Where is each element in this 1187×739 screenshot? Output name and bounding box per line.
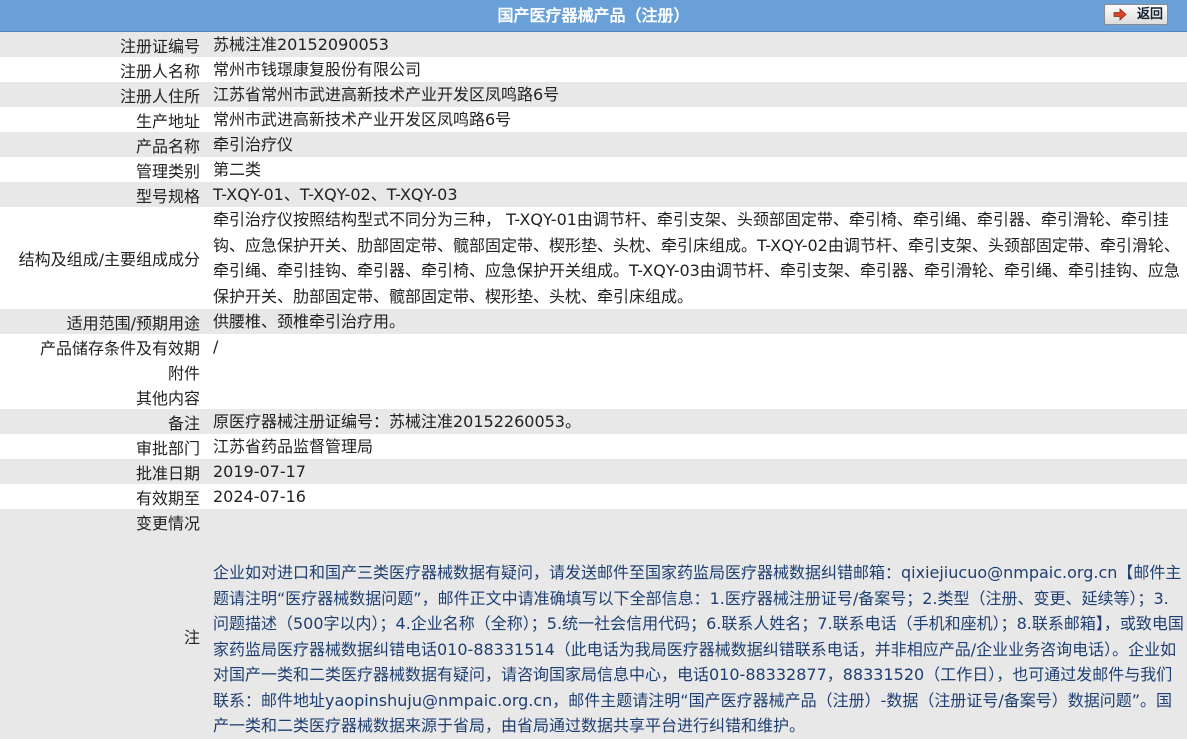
detail-table: 注册证编号 苏械注准20152090053 注册人名称 常州市钱璟康复股份有限公… xyxy=(0,32,1187,739)
row-valid-until: 有效期至 2024-07-16 xyxy=(0,484,1187,509)
row-model-spec: 型号规格 T-XQY-01、T-XQY-02、T-XQY-03 xyxy=(0,182,1187,207)
field-value: 苏械注准20152090053 xyxy=(205,32,1187,57)
field-label: 注册人住所 xyxy=(0,82,205,107)
field-value: 第二类 xyxy=(205,157,1187,182)
field-label: 型号规格 xyxy=(0,182,205,207)
field-label: 其他内容 xyxy=(0,384,205,409)
row-structure-composition: 结构及组成/主要组成成分 牵引治疗仪按照结构型式不同分为三种， T-XQY-01… xyxy=(0,207,1187,309)
row-attachments: 附件 xyxy=(0,359,1187,384)
field-value: 原医疗器械注册证编号：苏械注准20152260053。 xyxy=(205,409,1187,434)
row-production-address: 生产地址 常州市武进高新技术产业开发区凤鸣路6号 xyxy=(0,107,1187,132)
field-label: 审批部门 xyxy=(0,434,205,459)
back-button[interactable]: 返回 xyxy=(1104,4,1168,25)
field-value: 2019-07-17 xyxy=(205,459,1187,484)
row-registration-number: 注册证编号 苏械注准20152090053 xyxy=(0,32,1187,57)
field-label: 适用范围/预期用途 xyxy=(0,309,205,334)
field-value: 2024-07-16 xyxy=(205,484,1187,509)
back-button-label: 返回 xyxy=(1137,7,1164,22)
row-registrant-name: 注册人名称 常州市钱璟康复股份有限公司 xyxy=(0,57,1187,82)
field-value: 供腰椎、颈椎牵引治疗用。 xyxy=(205,309,1187,334)
field-label: 备注 xyxy=(0,409,205,434)
field-label: 生产地址 xyxy=(0,107,205,132)
page-title: 国产医疗器械产品（注册） xyxy=(497,6,690,25)
field-value: 常州市钱璟康复股份有限公司 xyxy=(205,57,1187,82)
title-bar: 国产医疗器械产品（注册） 返回 xyxy=(0,0,1187,32)
detail-page: 国产医疗器械产品（注册） 返回 注册证编号 苏械注准20152090053 注册… xyxy=(0,0,1187,739)
field-value: T-XQY-01、T-XQY-02、T-XQY-03 xyxy=(205,182,1187,207)
field-label: 产品储存条件及有效期 xyxy=(0,334,205,359)
field-label: 附件 xyxy=(0,359,205,384)
field-label: 注 xyxy=(0,534,205,739)
row-note: 注 企业如对进口和国产三类医疗器械数据有疑问，请发送邮件至国家药监局医疗器械数据… xyxy=(0,534,1187,739)
row-storage-validity: 产品储存条件及有效期 / xyxy=(0,334,1187,359)
row-change-history: 变更情况 xyxy=(0,509,1187,534)
row-registrant-address: 注册人住所 江苏省常州市武进高新技术产业开发区凤鸣路6号 xyxy=(0,82,1187,107)
field-value: 江苏省常州市武进高新技术产业开发区凤鸣路6号 xyxy=(205,82,1187,107)
field-label: 有效期至 xyxy=(0,484,205,509)
field-value: 牵引治疗仪 xyxy=(205,132,1187,157)
field-label: 注册人名称 xyxy=(0,57,205,82)
field-label: 管理类别 xyxy=(0,157,205,182)
field-label: 产品名称 xyxy=(0,132,205,157)
row-product-name: 产品名称 牵引治疗仪 xyxy=(0,132,1187,157)
row-approval-date: 批准日期 2019-07-17 xyxy=(0,459,1187,484)
note-text: 企业如对进口和国产三类医疗器械数据有疑问，请发送邮件至国家药监局医疗器械数据纠错… xyxy=(213,563,1184,735)
row-approval-department: 审批部门 江苏省药品监督管理局 xyxy=(0,434,1187,459)
field-label: 批准日期 xyxy=(0,459,205,484)
field-label: 结构及组成/主要组成成分 xyxy=(0,207,205,309)
field-value xyxy=(205,359,1187,384)
field-label: 注册证编号 xyxy=(0,32,205,57)
row-management-class: 管理类别 第二类 xyxy=(0,157,1187,182)
field-value: 江苏省药品监督管理局 xyxy=(205,434,1187,459)
row-remarks: 备注 原医疗器械注册证编号：苏械注准20152260053。 xyxy=(0,409,1187,434)
field-value: / xyxy=(205,334,1187,359)
field-value xyxy=(205,384,1187,409)
arrow-right-icon xyxy=(1113,8,1127,21)
field-value: 牵引治疗仪按照结构型式不同分为三种， T-XQY-01由调节杆、牵引支架、头颈部… xyxy=(213,210,1180,306)
field-label: 变更情况 xyxy=(0,509,205,534)
field-value: 常州市武进高新技术产业开发区凤鸣路6号 xyxy=(205,107,1187,132)
row-other-content: 其他内容 xyxy=(0,384,1187,409)
row-intended-use: 适用范围/预期用途 供腰椎、颈椎牵引治疗用。 xyxy=(0,309,1187,334)
field-value xyxy=(205,509,1187,534)
